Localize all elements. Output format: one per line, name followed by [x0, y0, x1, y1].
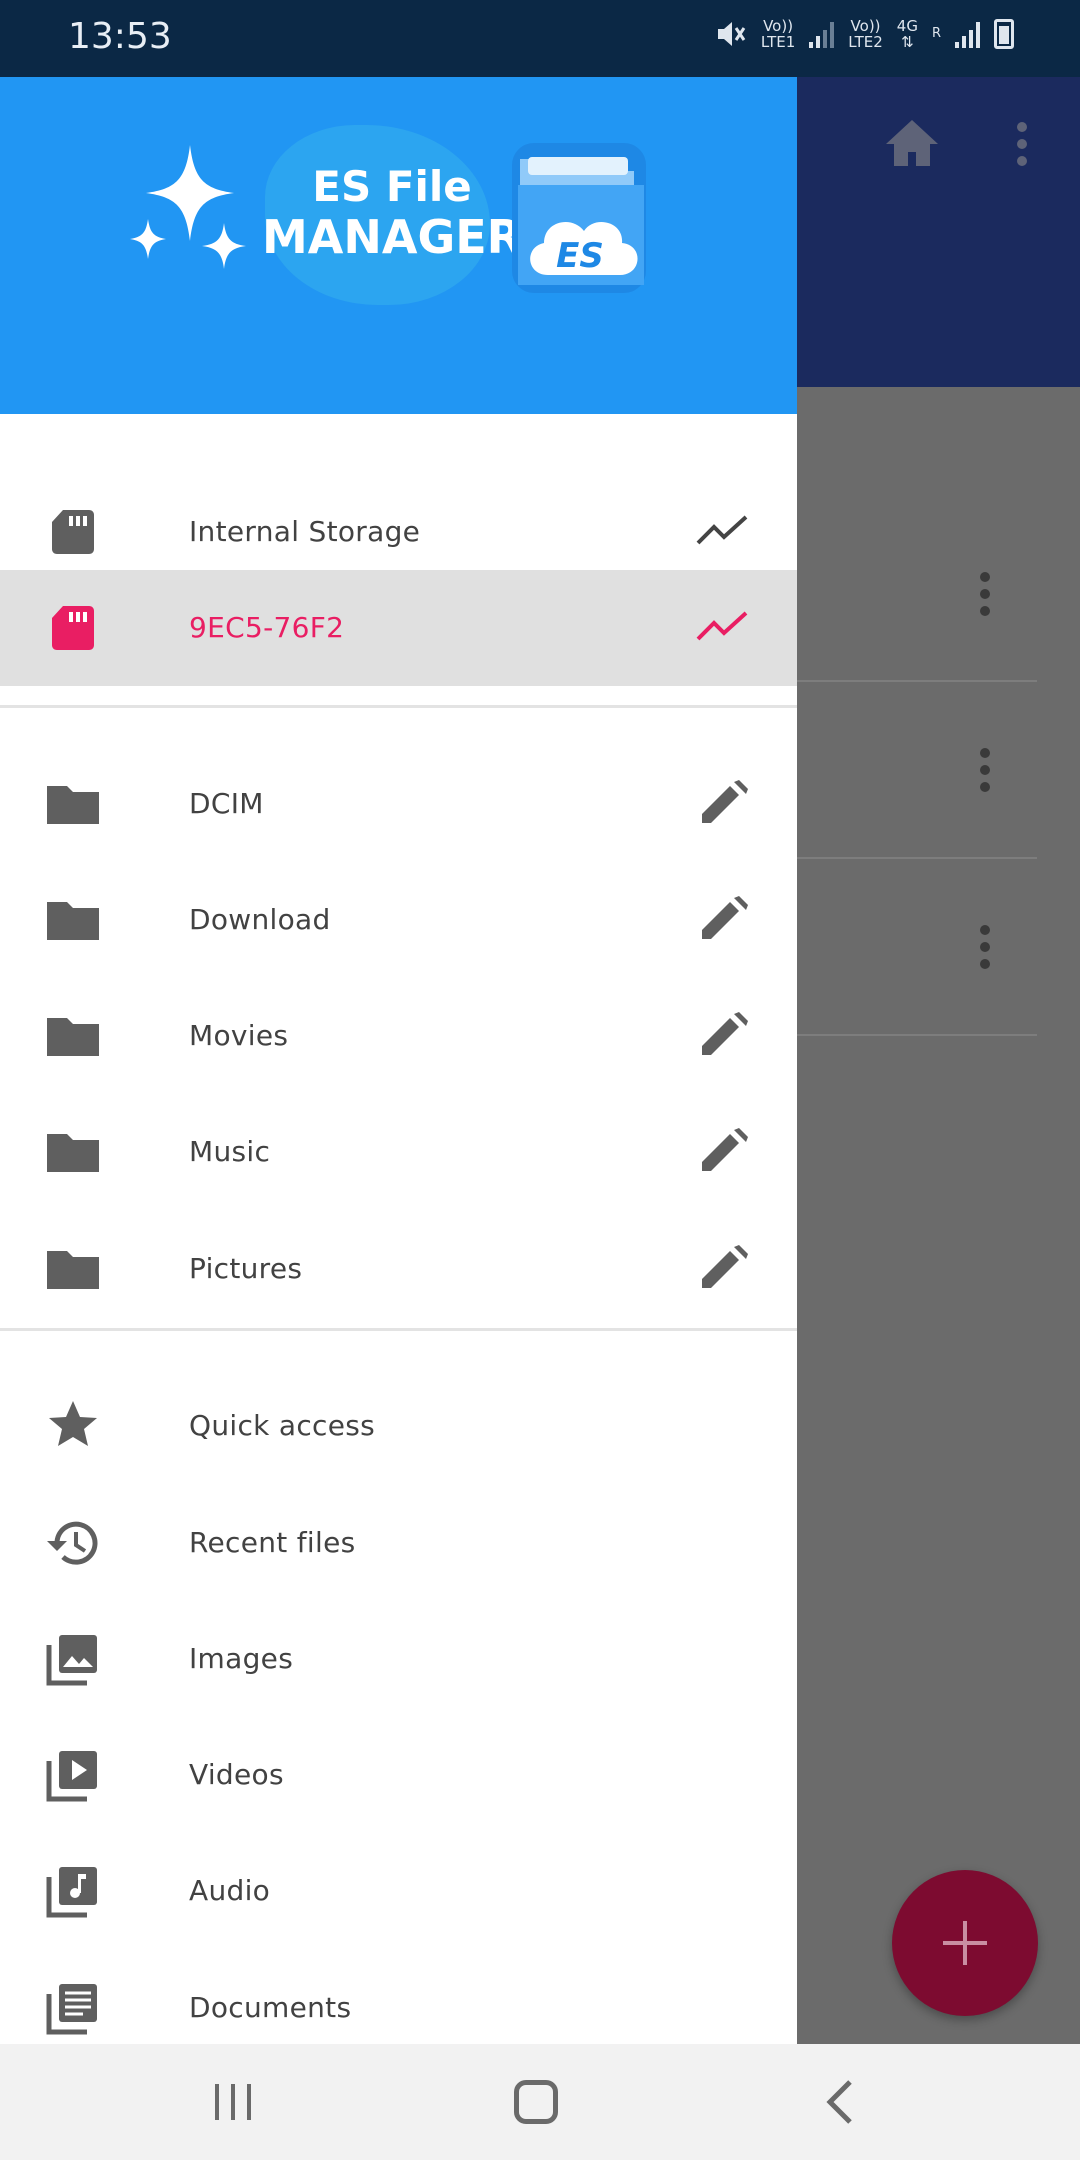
sim1-label: Vo)) LTE1 — [761, 18, 795, 50]
folder-label: Pictures — [189, 1252, 303, 1285]
library-label: Documents — [189, 1991, 352, 2024]
add-fab-button — [892, 1870, 1038, 2016]
library-label: Videos — [189, 1758, 284, 1791]
mute-icon — [717, 22, 746, 46]
folder-icon — [47, 786, 99, 824]
data-arrows-icon: ⇅ — [901, 33, 914, 51]
library-item-images[interactable]: Images — [0, 1601, 797, 1717]
home-icon — [886, 120, 938, 166]
list-divider — [797, 857, 1037, 859]
system-nav-bar — [0, 2044, 1080, 2160]
edit-icon[interactable] — [696, 1011, 752, 1061]
documents-icon — [46, 1984, 97, 2035]
analyze-icon[interactable] — [696, 507, 752, 557]
signal-icon — [955, 20, 980, 48]
battery-icon — [994, 19, 1014, 49]
library-item-documents[interactable]: Documents — [0, 1950, 797, 2044]
es-folder-logo-icon: ES — [512, 143, 646, 293]
drawer-header: ES File MANAGER ES — [0, 77, 797, 414]
edit-icon[interactable] — [696, 895, 752, 945]
folder-item-download[interactable]: Download — [0, 862, 797, 978]
storage-label: 9EC5-76F2 — [189, 611, 345, 644]
background-file-list — [797, 387, 1080, 2044]
edit-icon[interactable] — [696, 1244, 752, 1294]
audio-icon — [46, 1867, 97, 1918]
library-item-quick-access[interactable]: Quick access — [0, 1368, 797, 1484]
edit-icon[interactable] — [696, 779, 752, 829]
home-button-icon[interactable] — [514, 2080, 558, 2124]
folder-icon — [47, 1251, 99, 1289]
navigation-drawer: ES File MANAGER ES Internal Storage 9EC5… — [0, 77, 797, 2044]
logo-line-2: MANAGER — [262, 210, 523, 264]
list-divider — [797, 680, 1037, 682]
folder-label: Download — [189, 903, 331, 936]
roaming-label: R — [931, 26, 941, 41]
history-icon — [47, 1521, 98, 1565]
library-label: Images — [189, 1642, 294, 1675]
more-vert-icon — [975, 925, 995, 969]
plus-icon — [943, 1921, 987, 1965]
logo-line-1: ES File — [312, 162, 472, 211]
library-item-audio[interactable]: Audio — [0, 1833, 797, 1949]
library-label: Recent files — [189, 1526, 356, 1559]
sim2-volte: Vo)) — [850, 17, 881, 35]
folder-icon — [47, 1134, 99, 1172]
folder-item-movies[interactable]: Movies — [0, 978, 797, 1094]
analyze-icon[interactable] — [696, 603, 752, 653]
list-divider — [797, 1034, 1037, 1036]
more-vert-icon — [975, 748, 995, 792]
network-type: 4G ⇅ — [897, 18, 918, 50]
library-item-videos[interactable]: Videos — [0, 1717, 797, 1833]
roaming-indicator: R — [932, 26, 941, 42]
library-label: Audio — [189, 1874, 271, 1907]
signal-icon — [809, 20, 835, 48]
sim1-lte: LTE1 — [760, 33, 796, 51]
sd-card-icon — [52, 510, 94, 554]
back-icon[interactable] — [820, 2078, 860, 2126]
sim1-volte: Vo)) — [763, 17, 794, 35]
folder-label: DCIM — [189, 787, 264, 820]
folder-item-dcim[interactable]: DCIM — [0, 746, 797, 862]
sd-card-icon — [52, 606, 94, 650]
storage-item-sd-card[interactable]: 9EC5-76F2 — [0, 570, 797, 686]
folder-label: Music — [189, 1135, 271, 1168]
sim2-lte: LTE2 — [848, 33, 883, 51]
more-vert-icon — [975, 572, 995, 616]
library-item-recent-files[interactable]: Recent files — [0, 1485, 797, 1601]
logo-badge-text: ES — [556, 236, 604, 276]
library-label: Quick access — [189, 1409, 376, 1442]
status-icons: Vo)) LTE1 Vo)) LTE2 4G ⇅ R — [715, 18, 1014, 50]
folder-icon — [47, 902, 99, 940]
folder-icon — [47, 1018, 99, 1056]
status-bar: 13:53 Vo)) LTE1 Vo)) LTE2 4G ⇅ R — [0, 0, 1080, 77]
folder-item-music[interactable]: Music — [0, 1094, 797, 1210]
sim2-label: Vo)) LTE2 — [848, 18, 882, 50]
folder-label: Movies — [189, 1019, 289, 1052]
videos-icon — [46, 1751, 97, 1802]
more-vert-icon — [1012, 122, 1032, 168]
network-label: 4G — [896, 17, 918, 35]
section-divider — [0, 1328, 797, 1331]
recent-apps-icon[interactable] — [213, 2084, 253, 2120]
edit-icon[interactable] — [696, 1127, 752, 1177]
folder-item-pictures[interactable]: Pictures — [0, 1211, 797, 1327]
star-icon — [49, 1401, 97, 1446]
section-divider — [0, 705, 797, 708]
app-logo-text: ES File MANAGER — [262, 162, 523, 264]
status-time: 13:53 — [68, 16, 172, 57]
images-icon — [46, 1635, 97, 1686]
sparkles-icon — [130, 145, 246, 269]
